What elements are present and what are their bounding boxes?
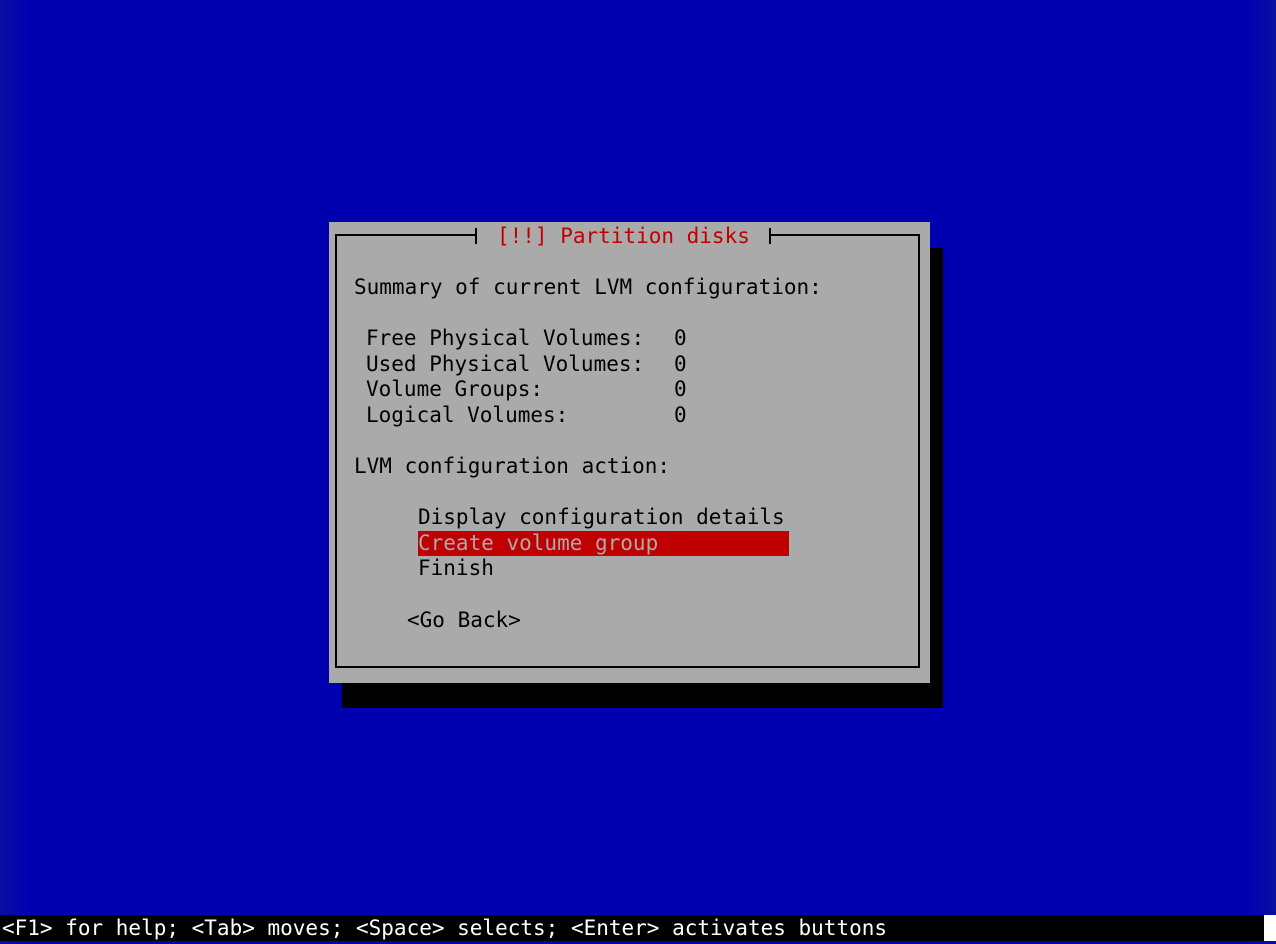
go-back-button[interactable]: <Go Back>: [407, 608, 521, 634]
stat-label-free-pv: Free Physical Volumes:: [366, 326, 645, 350]
stat-label-logical-volumes: Logical Volumes:: [366, 403, 569, 427]
status-bar-help-text: <F1> for help; <Tab> moves; <Space> sele…: [0, 915, 1264, 941]
summary-heading: Summary of current LVM configuration:: [354, 275, 822, 299]
menu-item-finish[interactable]: Finish: [418, 556, 789, 581]
stat-value-used-pv: 0: [674, 352, 687, 376]
stat-label-volume-groups: Volume Groups:: [366, 377, 544, 401]
action-heading: LVM configuration action:: [354, 454, 671, 478]
dialog-title: [!!] Partition disks: [497, 224, 750, 248]
stat-value-free-pv: 0: [674, 326, 687, 350]
terminal-cursor: [1264, 915, 1276, 941]
stat-label-used-pv: Used Physical Volumes:: [366, 352, 645, 376]
menu-item-display-configuration[interactable]: Display configuration details: [418, 505, 789, 530]
title-left-tick: [475, 228, 477, 244]
stat-value-volume-groups: 0: [674, 377, 687, 401]
partition-disks-dialog: [!!] Partition disks Summary of current …: [329, 222, 930, 683]
menu-item-create-volume-group[interactable]: Create volume group: [418, 531, 789, 556]
title-right-tick: [769, 228, 771, 244]
stat-value-logical-volumes: 0: [674, 403, 687, 427]
